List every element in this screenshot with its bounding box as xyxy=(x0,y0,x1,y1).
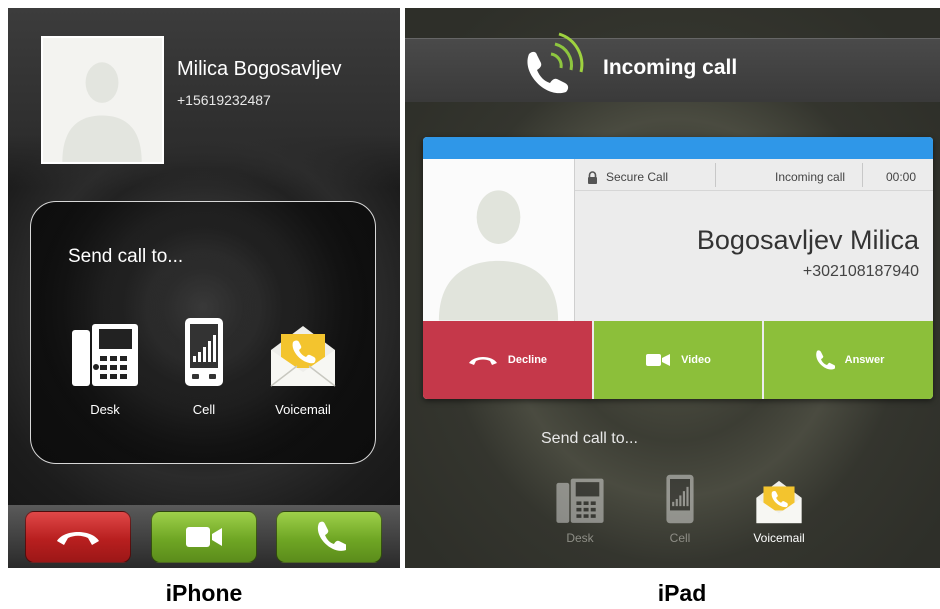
send-to-desk-option[interactable]: Desk xyxy=(60,312,150,417)
send-call-title: Send call to... xyxy=(541,430,638,447)
answer-label: Answer xyxy=(844,354,885,366)
video-camera-icon xyxy=(186,527,222,547)
call-status-bar: Secure Call Incoming call 00:00 xyxy=(575,159,933,191)
contact-avatar xyxy=(41,36,164,164)
ringing-phone-icon xyxy=(515,24,595,119)
status-divider xyxy=(862,163,863,187)
avatar-silhouette-icon xyxy=(43,38,162,162)
cell-option-label: Cell xyxy=(669,531,691,545)
contact-number: +15619232487 xyxy=(177,92,271,108)
send-to-desk-option[interactable]: Desk xyxy=(545,470,615,545)
cell-phone-icon xyxy=(159,312,249,388)
phone-handset-icon xyxy=(317,521,346,551)
phone-handset-icon xyxy=(815,350,835,370)
hangup-icon xyxy=(57,532,99,545)
hangup-icon xyxy=(468,357,497,365)
contact-number: +302108187940 xyxy=(802,263,919,280)
send-call-title: Send call to... xyxy=(68,246,184,267)
call-actions: Decline Video Answer xyxy=(423,321,933,399)
card-accent-bar xyxy=(423,137,933,159)
decline-label: Decline xyxy=(507,354,548,366)
desk-option-label: Desk xyxy=(90,402,120,417)
voicemail-envelope-icon xyxy=(258,312,348,388)
send-to-cell-option[interactable]: Cell xyxy=(645,470,715,545)
voicemail-option-label: Voicemail xyxy=(753,531,805,545)
answer-button[interactable] xyxy=(276,511,382,563)
secure-call-label: Secure Call xyxy=(606,170,669,184)
lock-icon xyxy=(588,170,597,184)
voicemail-option-label: Voicemail xyxy=(275,402,331,417)
incoming-call-card: Secure Call Incoming call 00:00 Bogosavl… xyxy=(423,137,933,399)
send-to-voicemail-option[interactable]: Voicemail xyxy=(258,312,348,417)
ipad-caption: iPad xyxy=(657,580,707,606)
call-state-label: Incoming call xyxy=(775,170,846,184)
incoming-call-title: Incoming call xyxy=(603,56,738,79)
cell-option-label: Cell xyxy=(192,402,216,417)
send-to-cell-option[interactable]: Cell xyxy=(159,312,249,417)
decline-button[interactable]: Decline xyxy=(423,321,592,399)
desk-phone-icon xyxy=(60,312,150,388)
avatar-silhouette-icon xyxy=(423,159,574,321)
answer-button[interactable]: Answer xyxy=(764,321,933,399)
voicemail-envelope-icon xyxy=(744,470,814,525)
contact-avatar xyxy=(423,159,575,321)
video-label: Video xyxy=(681,354,711,366)
desk-option-label: Desk xyxy=(566,531,594,545)
video-button[interactable] xyxy=(151,511,257,563)
video-camera-icon xyxy=(646,354,671,366)
secure-call-indicator: Secure Call xyxy=(587,170,668,184)
contact-name: Bogosavljev Milica xyxy=(696,225,919,255)
decline-button[interactable] xyxy=(25,511,131,563)
iphone-incoming-call-screen: Milica Bogosavljev +15619232487 Send cal… xyxy=(8,8,400,568)
contact-name: Milica Bogosavljev xyxy=(177,58,342,80)
call-action-bar xyxy=(8,505,400,568)
cell-phone-icon xyxy=(645,470,715,525)
iphone-caption: iPhone xyxy=(165,580,243,606)
send-call-to-panel: Send call to... Desk Cell Voicemail xyxy=(30,201,376,464)
video-button[interactable]: Video xyxy=(594,321,762,399)
ipad-incoming-call-screen: Incoming call Secure Call Incoming call … xyxy=(405,8,940,568)
status-divider xyxy=(715,163,716,187)
desk-phone-icon xyxy=(545,470,615,525)
send-to-voicemail-option[interactable]: Voicemail xyxy=(744,470,814,545)
call-timer: 00:00 xyxy=(886,170,917,184)
